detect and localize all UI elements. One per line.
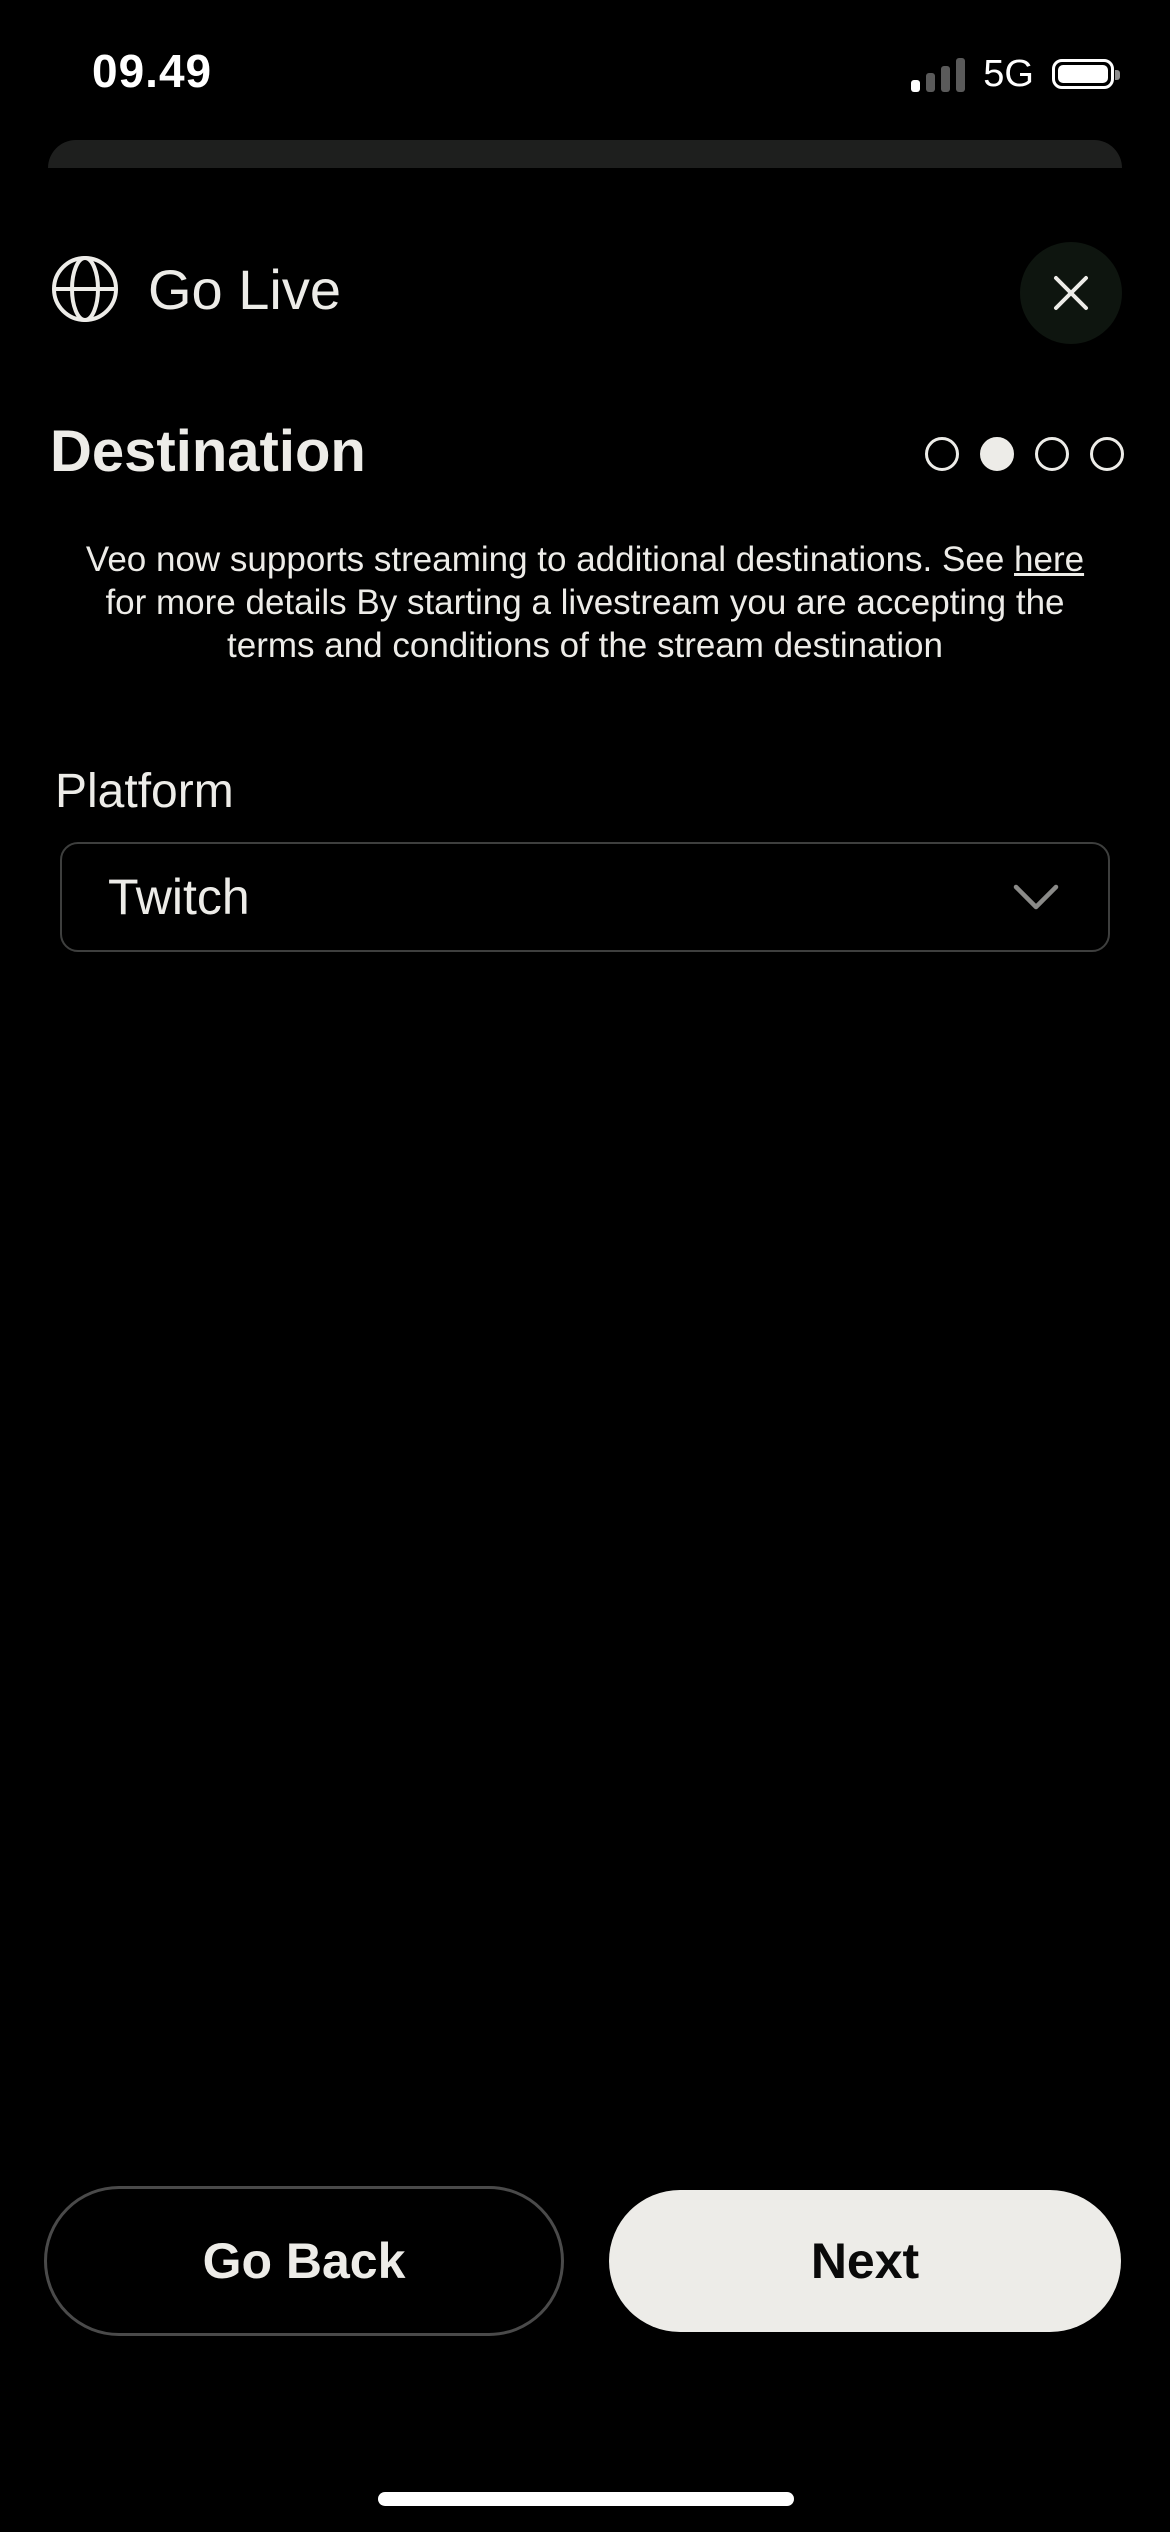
globe-icon [52,256,118,322]
modal-title: Go Live [148,257,341,321]
platform-label: Platform [55,765,234,818]
home-indicator[interactable] [378,2492,794,2506]
signal-icon [911,56,966,92]
details-link[interactable]: here [1014,540,1084,579]
close-button[interactable] [1020,242,1122,344]
close-icon [1054,276,1088,310]
step-dot [1035,437,1069,471]
step-dot [1090,437,1124,471]
battery-icon [1052,59,1120,89]
platform-dropdown[interactable]: Twitch [60,842,1110,952]
step-title: Destination [50,419,366,484]
chevron-down-icon [1013,884,1059,910]
step-progress [925,437,1124,471]
info-text-part: for more details By starting a livestrea… [105,583,1065,665]
go-back-button[interactable]: Go Back [44,2186,564,2336]
status-indicators: 5G [911,52,1120,95]
next-button[interactable]: Next [609,2190,1121,2332]
info-text-part: Veo now supports streaming to additional… [85,540,1015,579]
step-dot [925,437,959,471]
status-time: 09.49 [92,45,213,97]
info-text: Veo now supports streaming to additional… [70,538,1100,667]
step-dot-active [980,437,1014,471]
platform-selected-value: Twitch [108,869,250,925]
modal-header: Go Live [50,254,341,324]
network-type: 5G [983,52,1034,95]
